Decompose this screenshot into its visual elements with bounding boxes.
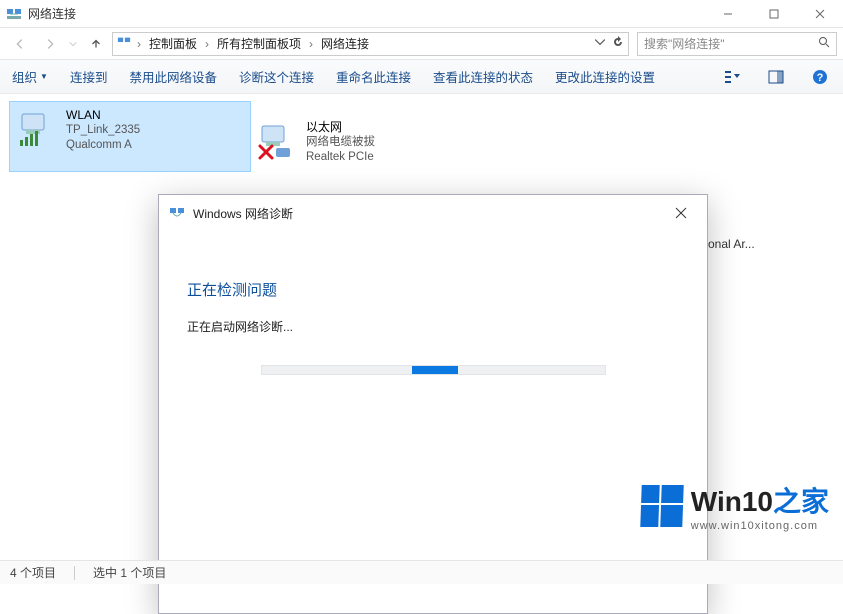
location-icon bbox=[117, 35, 131, 52]
help-icon[interactable]: ? bbox=[809, 66, 831, 88]
history-dropdown[interactable] bbox=[66, 40, 80, 48]
close-button[interactable] bbox=[797, 0, 843, 28]
adapter-device: Realtek PCIe bbox=[306, 150, 375, 165]
forward-button[interactable] bbox=[36, 30, 64, 58]
app-icon bbox=[6, 6, 22, 22]
nav-bar: › 控制面板 › 所有控制面板项 › 网络连接 搜索"网络连接" bbox=[0, 28, 843, 60]
search-input[interactable]: 搜索"网络连接" bbox=[637, 32, 837, 56]
toolbar-rename[interactable]: 重命名此连接 bbox=[336, 67, 411, 86]
breadcrumb-item[interactable]: 所有控制面板项 bbox=[215, 35, 303, 52]
svg-text:?: ? bbox=[817, 72, 824, 84]
back-button[interactable] bbox=[6, 30, 34, 58]
progress-bar bbox=[261, 365, 606, 375]
adapter-device: Qualcomm A bbox=[66, 138, 140, 153]
search-placeholder: 搜索"网络连接" bbox=[644, 35, 818, 52]
maximize-button[interactable] bbox=[751, 0, 797, 28]
dialog-close-button[interactable] bbox=[665, 199, 697, 227]
adapter-item-ethernet[interactable]: 以太网 网络电缆被拔 Realtek PCIe bbox=[250, 114, 490, 171]
toolbar-settings[interactable]: 更改此连接的设置 bbox=[555, 67, 655, 86]
ethernet-adapter-icon bbox=[256, 120, 298, 162]
truncated-text: onal Ar... bbox=[708, 237, 755, 251]
adapter-item-wlan[interactable]: WLAN TP_Link_2335 Qualcomm A bbox=[10, 102, 250, 171]
watermark: Win10之家 www.win10xitong.com bbox=[641, 480, 829, 532]
breadcrumb-item[interactable]: 网络连接 bbox=[319, 35, 371, 52]
toolbar-diagnose[interactable]: 诊断这个连接 bbox=[239, 67, 314, 86]
adapter-name: 以太网 bbox=[306, 120, 375, 135]
toolbar-disable[interactable]: 禁用此网络设备 bbox=[129, 67, 217, 86]
command-bar: 组织▼ 连接到 禁用此网络设备 诊断这个连接 重命名此连接 查看此连接的状态 更… bbox=[0, 60, 843, 94]
dialog-title-bar[interactable]: Windows 网络诊断 bbox=[159, 195, 707, 231]
preview-pane-icon[interactable] bbox=[765, 66, 787, 88]
dialog-heading: 正在检测问题 bbox=[187, 279, 679, 300]
up-button[interactable] bbox=[82, 30, 110, 58]
title-bar: 网络连接 bbox=[0, 0, 843, 28]
toolbar-organize[interactable]: 组织▼ bbox=[12, 67, 48, 86]
search-icon bbox=[818, 36, 830, 51]
content-area: WLAN TP_Link_2335 Qualcomm A 以太网 网络电缆被拔 … bbox=[0, 94, 843, 560]
adapter-name: WLAN bbox=[66, 108, 140, 123]
progress-indicator bbox=[412, 366, 458, 374]
refresh-icon[interactable] bbox=[612, 36, 624, 51]
windows-logo-icon bbox=[640, 485, 683, 527]
status-bar: 4 个项目 选中 1 个项目 bbox=[0, 560, 843, 584]
item-count: 4 个项目 bbox=[10, 564, 56, 581]
diagnostics-dialog: Windows 网络诊断 正在检测问题 正在启动网络诊断... bbox=[158, 194, 708, 614]
diagnostics-icon bbox=[169, 205, 185, 221]
toolbar-connect-to[interactable]: 连接到 bbox=[70, 67, 108, 86]
watermark-url: www.win10xitong.com bbox=[691, 520, 829, 532]
breadcrumb-item[interactable]: 控制面板 bbox=[147, 35, 199, 52]
minimize-button[interactable] bbox=[705, 0, 751, 28]
breadcrumb-separator: › bbox=[135, 37, 143, 51]
dialog-title: Windows 网络诊断 bbox=[193, 205, 665, 222]
adapter-ssid: TP_Link_2335 bbox=[66, 123, 140, 138]
address-bar[interactable]: › 控制面板 › 所有控制面板项 › 网络连接 bbox=[112, 32, 629, 56]
wifi-adapter-icon bbox=[16, 108, 58, 150]
address-dropdown-icon[interactable] bbox=[594, 36, 606, 51]
dialog-status-text: 正在启动网络诊断... bbox=[187, 318, 679, 335]
adapter-status: 网络电缆被拔 bbox=[306, 135, 375, 150]
toolbar-status[interactable]: 查看此连接的状态 bbox=[433, 67, 533, 86]
view-options-icon[interactable] bbox=[721, 66, 743, 88]
selection-count: 选中 1 个项目 bbox=[93, 564, 166, 581]
watermark-brand: Win10 bbox=[691, 486, 773, 517]
window-title: 网络连接 bbox=[28, 5, 76, 22]
chevron-down-icon: ▼ bbox=[40, 72, 48, 81]
